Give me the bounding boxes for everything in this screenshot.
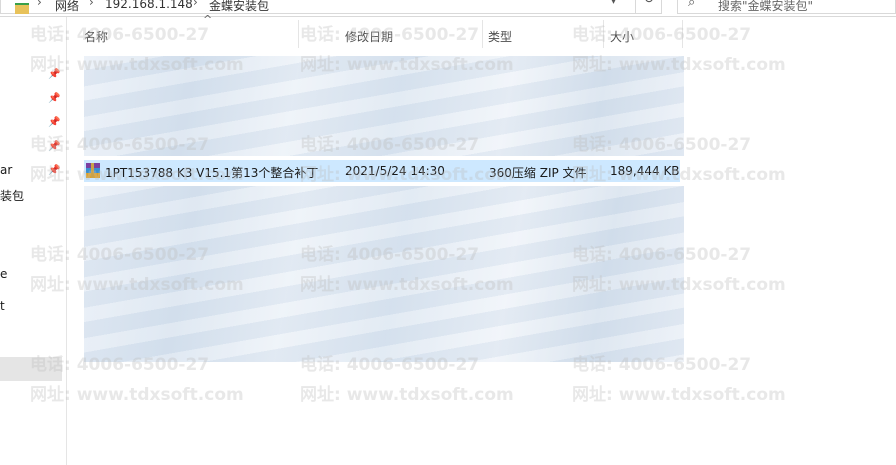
navigation-pane[interactable]: 📌 📌 📌 📌 📌 ar 装包 e t (0, 17, 67, 465)
pin-icon[interactable]: 📌 (48, 141, 60, 153)
file-name: 1PT153788 K3 V15.1第13个整合补丁 (105, 166, 319, 180)
column-header-name-label: 名称 (84, 30, 109, 44)
search-icon: ⌕ (688, 0, 696, 10)
file-row-selected[interactable]: 1PT153788 K3 V15.1第13个整合补丁 2021/5/24 14:… (84, 160, 680, 182)
file-size: 189,444 KB (610, 164, 680, 178)
search-box[interactable]: ⌕ 搜索"金蝶安装包" (677, 0, 896, 14)
column-divider[interactable] (682, 20, 683, 48)
watermark-site: 网址: www.tdxsoft.com (572, 385, 786, 405)
column-header-size[interactable]: 大小 (610, 20, 680, 48)
pin-icon[interactable]: 📌 (48, 69, 60, 81)
file-type: 360压缩 ZIP 文件 (489, 166, 587, 180)
breadcrumb-folder[interactable]: 金蝶安装包 (209, 0, 269, 14)
nav-item-label[interactable]: t (0, 299, 5, 313)
column-divider[interactable] (603, 20, 604, 48)
pin-icon[interactable]: 📌 (48, 117, 60, 129)
column-header-size-label: 大小 (610, 30, 635, 44)
chevron-right-icon: › (193, 0, 198, 9)
folder-icon (15, 3, 29, 14)
zip-archive-icon (86, 163, 100, 178)
pin-icon[interactable]: 📌 (48, 165, 60, 177)
nav-item-selected[interactable] (0, 357, 62, 381)
breadcrumb-host[interactable]: 192.168.1.148 (105, 0, 193, 11)
column-divider[interactable] (482, 20, 483, 48)
search-placeholder: 搜索"金蝶安装包" (718, 0, 814, 13)
column-header-type[interactable]: 类型 (488, 20, 603, 48)
address-bar-region: › 网络 › 192.168.1.148 › 金蝶安装包 ▾ ↻ ⌕ 搜索"金蝶… (0, 0, 896, 17)
obscured-file-list-bottom (84, 186, 684, 362)
pin-icon[interactable]: 📌 (48, 93, 60, 105)
refresh-icon[interactable]: ↻ (635, 0, 662, 14)
chevron-right-icon: › (37, 0, 42, 9)
watermark-site: 网址: www.tdxsoft.com (300, 385, 514, 405)
chevron-down-icon[interactable]: ▾ (611, 0, 616, 7)
sort-ascending-icon: ^ (203, 13, 213, 26)
column-divider[interactable] (298, 20, 299, 48)
nav-item-label[interactable]: 装包 (0, 187, 24, 204)
chevron-right-icon: › (89, 0, 94, 9)
nav-item-label[interactable]: e (0, 267, 7, 281)
column-header-modified[interactable]: 修改日期 (345, 20, 485, 48)
column-header-modified-label: 修改日期 (345, 30, 394, 44)
column-header-type-label: 类型 (488, 30, 513, 44)
obscured-file-list-top (84, 56, 684, 156)
nav-item-label[interactable]: ar (0, 163, 12, 177)
column-header-name[interactable]: 名称 (84, 20, 296, 48)
file-modified: 2021/5/24 14:30 (345, 164, 445, 178)
address-bar[interactable]: › 网络 › 192.168.1.148 › 金蝶安装包 ▾ ↻ (0, 0, 662, 14)
breadcrumb-network[interactable]: 网络 (55, 0, 79, 14)
